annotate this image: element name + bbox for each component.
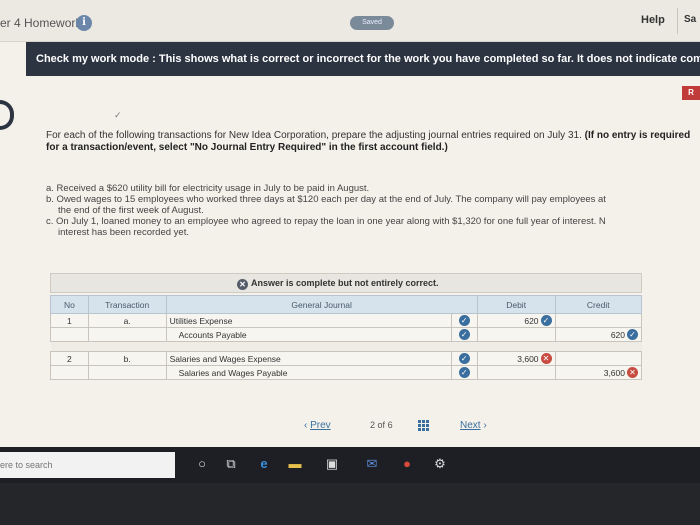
account-select[interactable]: Salaries and Wages Payable: [165, 365, 452, 380]
top-bar: er 4 Homework i Saved Help Sa: [0, 0, 700, 42]
answer-status-text: Answer is complete but not entirely corr…: [251, 278, 439, 288]
credit-input[interactable]: [554, 351, 643, 366]
help-button[interactable]: Help: [641, 14, 665, 26]
page-indicator: 2 of 6: [370, 420, 393, 430]
settings-icon[interactable]: ⚙: [431, 456, 449, 472]
account-select[interactable]: Accounts Payable: [165, 327, 452, 342]
list-item: c. On July 1, loaned money to an employe…: [46, 216, 606, 227]
question-body: For each of the following transactions f…: [46, 130, 585, 141]
taskbar-search[interactable]: ere to search: [0, 452, 175, 478]
app-icon[interactable]: ●: [398, 456, 416, 472]
grid-view-icon[interactable]: [418, 420, 430, 432]
task-view-icon[interactable]: ⧉: [222, 456, 240, 472]
question-text: For each of the following transactions f…: [46, 130, 700, 154]
assignment-title: er 4 Homework: [0, 16, 82, 30]
table-row: Accounts Payable ✓ 620 ✓: [50, 327, 643, 342]
row-transaction: [87, 365, 167, 380]
brand-logo: [343, 497, 403, 511]
credit-input[interactable]: 3,600 ✕: [554, 365, 643, 380]
prev-button[interactable]: ‹ Prev: [304, 420, 331, 431]
next-label: Next: [460, 420, 481, 431]
saved-badge: Saved: [350, 16, 394, 30]
list-item: the end of the first week of August.: [58, 205, 204, 216]
correct-icon: ✓: [540, 315, 552, 327]
account-correct-cell: ✓: [450, 365, 478, 380]
screen: er 4 Homework i Saved Help Sa Check my w…: [0, 0, 700, 447]
journal-table: No Transaction General Journal Debit Cre…: [50, 295, 643, 380]
debit-value: 620: [524, 315, 539, 326]
row-no: 2: [50, 351, 89, 366]
header-no: No: [50, 295, 89, 314]
correct-icon: ✓: [458, 367, 470, 379]
cortana-icon[interactable]: ○: [193, 456, 211, 472]
header-transaction: Transaction: [87, 295, 167, 314]
header-general-journal: General Journal: [165, 295, 478, 314]
edge-icon[interactable]: e: [255, 456, 273, 472]
answer-status-banner: ✕ Answer is complete but not entirely cor…: [50, 273, 642, 293]
debit-value: 3,600: [517, 353, 539, 364]
table-row: Salaries and Wages Payable ✓ 3,600 ✕: [50, 365, 643, 380]
correct-icon: ✓: [458, 329, 470, 341]
store-icon[interactable]: ▣: [323, 456, 341, 472]
divider: [677, 8, 678, 34]
account-correct-cell: ✓: [450, 327, 478, 342]
prev-label: Prev: [310, 420, 331, 431]
row-transaction: b.: [87, 351, 167, 366]
partial-correct-icon: ✕: [237, 279, 248, 290]
table-header-row: No Transaction General Journal Debit Cre…: [50, 295, 643, 314]
correct-icon: ✓: [627, 329, 638, 341]
mail-icon[interactable]: ✉: [363, 456, 381, 472]
checkmark-icon: ✓: [114, 110, 122, 120]
list-item: a. Received a $620 utility bill for elec…: [46, 183, 370, 194]
row-no: [50, 365, 89, 380]
table-row: 1 a. Utilities Expense ✓ 620 ✓: [50, 313, 643, 328]
info-icon[interactable]: i: [76, 15, 92, 31]
credit-value: 620: [610, 329, 625, 340]
debit-input[interactable]: [476, 327, 556, 342]
correct-icon: ✓: [458, 315, 470, 327]
debit-input[interactable]: [476, 365, 556, 380]
credit-value: 3,600: [603, 367, 625, 378]
header-debit: Debit: [476, 295, 556, 314]
list-item: interest has been recorded yet.: [58, 227, 189, 238]
next-button[interactable]: Next ›: [460, 420, 487, 431]
row-transaction: a.: [87, 313, 167, 328]
list-item: b. Owed wages to 15 employees who worked…: [46, 194, 606, 205]
table-row: 2 b. Salaries and Wages Expense ✓ 3,600 ✕: [50, 351, 643, 366]
incorrect-icon: ✕: [627, 367, 638, 379]
row-transaction: [87, 327, 167, 342]
transaction-list: a. Received a $620 utility bill for elec…: [46, 183, 700, 238]
part-flag[interactable]: R: [682, 86, 700, 100]
account-correct-cell: ✓: [450, 313, 478, 328]
debit-input[interactable]: 620 ✓: [476, 313, 556, 328]
credit-input[interactable]: 620 ✓: [554, 327, 643, 342]
account-correct-cell: ✓: [450, 351, 478, 366]
page-of: of: [377, 420, 386, 430]
save-exit-button[interactable]: Sa: [684, 14, 696, 25]
row-gap: [50, 341, 642, 352]
file-explorer-icon[interactable]: ▬: [286, 456, 304, 472]
debit-input[interactable]: 3,600 ✕: [476, 351, 556, 366]
header-credit: Credit: [554, 295, 643, 314]
correct-icon: ✓: [458, 353, 470, 365]
incorrect-icon: ✕: [540, 353, 552, 365]
part-indicator-icon: [0, 100, 14, 130]
check-my-work-banner: Check my work mode : This shows what is …: [26, 42, 700, 76]
account-select[interactable]: Utilities Expense: [165, 313, 452, 328]
page-total: 6: [387, 420, 393, 430]
page-current: 2: [370, 420, 376, 430]
account-select[interactable]: Salaries and Wages Expense: [165, 351, 452, 366]
row-no: 1: [50, 313, 89, 328]
credit-input[interactable]: [554, 313, 643, 328]
row-no: [50, 327, 89, 342]
